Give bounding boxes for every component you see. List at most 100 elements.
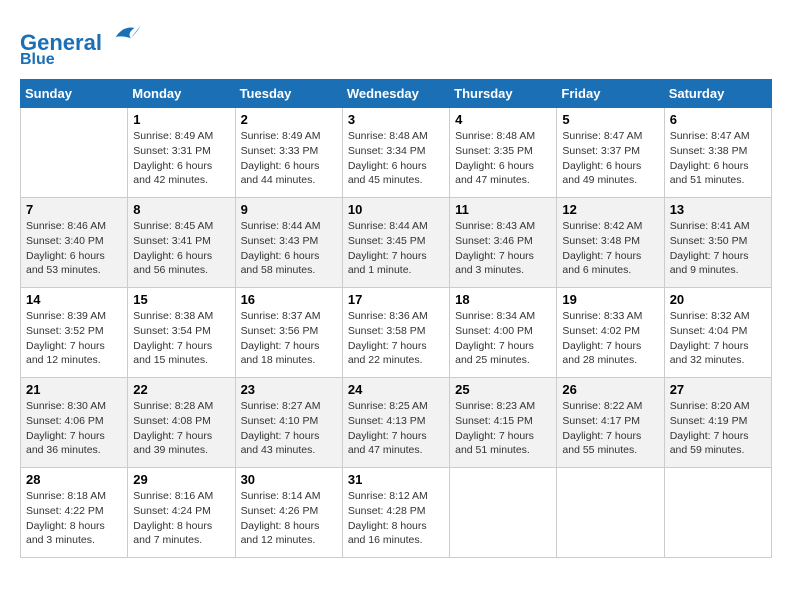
day-info: Sunrise: 8:36 AM Sunset: 3:58 PM Dayligh… (348, 309, 444, 368)
day-number: 25 (455, 382, 551, 397)
calendar-cell: 10 Sunrise: 8:44 AM Sunset: 3:45 PM Dayli… (342, 198, 449, 288)
calendar-cell: 16Sunrise: 8:37 AM Sunset: 3:56 PM Dayli… (235, 288, 342, 378)
day-number: 16 (241, 292, 337, 307)
day-info: Sunrise: 8:47 AM Sunset: 3:37 PM Dayligh… (562, 129, 658, 188)
day-number: 10 (348, 202, 444, 217)
calendar-cell: 8 Sunrise: 8:45 AM Sunset: 3:41 PM Daylig… (128, 198, 235, 288)
calendar-week-row: 14 Sunrise: 8:39 AM Sunset: 3:52 PM Dayli… (21, 288, 772, 378)
calendar-week-row: 28 Sunrise: 8:18 AM Sunset: 4:22 PM Dayli… (21, 468, 772, 558)
weekday-header: Sunday (21, 80, 128, 108)
calendar-cell (450, 468, 557, 558)
day-info: Sunrise: 8:34 AM Sunset: 4:00 PM Dayligh… (455, 309, 551, 368)
day-info: Sunrise: 8:41 AM Sunset: 3:50 PM Dayligh… (670, 219, 766, 278)
calendar-cell: 2Sunrise: 8:49 AM Sunset: 3:33 PM Daylig… (235, 108, 342, 198)
calendar-cell (664, 468, 771, 558)
calendar-cell: 21 Sunrise: 8:30 AM Sunset: 4:06 PM Dayli… (21, 378, 128, 468)
day-info: Sunrise: 8:47 AM Sunset: 3:38 PM Dayligh… (670, 129, 766, 188)
day-number: 13 (670, 202, 766, 217)
page-header: General Blue (20, 20, 772, 69)
calendar-cell: 18 Sunrise: 8:34 AM Sunset: 4:00 PM Dayli… (450, 288, 557, 378)
calendar-header-row: SundayMondayTuesdayWednesdayThursdayFrid… (21, 80, 772, 108)
calendar-cell: 15 Sunrise: 8:38 AM Sunset: 3:54 PM Dayli… (128, 288, 235, 378)
day-number: 21 (26, 382, 122, 397)
logo: General Blue (20, 20, 142, 69)
day-info: Sunrise: 8:44 AM Sunset: 3:43 PM Dayligh… (241, 219, 337, 278)
calendar-cell: 27Sunrise: 8:20 AM Sunset: 4:19 PM Dayli… (664, 378, 771, 468)
weekday-header: Tuesday (235, 80, 342, 108)
day-info: Sunrise: 8:38 AM Sunset: 3:54 PM Dayligh… (133, 309, 229, 368)
calendar-cell: 29 Sunrise: 8:16 AM Sunset: 4:24 PM Dayli… (128, 468, 235, 558)
calendar-cell: 11 Sunrise: 8:43 AM Sunset: 3:46 PM Dayli… (450, 198, 557, 288)
calendar-cell: 26Sunrise: 8:22 AM Sunset: 4:17 PM Dayli… (557, 378, 664, 468)
day-info: Sunrise: 8:45 AM Sunset: 3:41 PM Dayligh… (133, 219, 229, 278)
day-info: Sunrise: 8:16 AM Sunset: 4:24 PM Dayligh… (133, 489, 229, 548)
calendar-cell: 23 Sunrise: 8:27 AM Sunset: 4:10 PM Dayli… (235, 378, 342, 468)
day-number: 12 (562, 202, 658, 217)
weekday-header: Friday (557, 80, 664, 108)
day-number: 14 (26, 292, 122, 307)
calendar-cell: 13 Sunrise: 8:41 AM Sunset: 3:50 PM Dayli… (664, 198, 771, 288)
day-number: 19 (562, 292, 658, 307)
day-info: Sunrise: 8:30 AM Sunset: 4:06 PM Dayligh… (26, 399, 122, 458)
day-number: 7 (26, 202, 122, 217)
day-info: Sunrise: 8:33 AM Sunset: 4:02 PM Dayligh… (562, 309, 658, 368)
day-info: Sunrise: 8:39 AM Sunset: 3:52 PM Dayligh… (26, 309, 122, 368)
calendar-cell: 14 Sunrise: 8:39 AM Sunset: 3:52 PM Dayli… (21, 288, 128, 378)
calendar-cell: 4Sunrise: 8:48 AM Sunset: 3:35 PM Daylig… (450, 108, 557, 198)
calendar-cell (21, 108, 128, 198)
calendar-cell: 3 Sunrise: 8:48 AM Sunset: 3:34 PM Daylig… (342, 108, 449, 198)
day-info: Sunrise: 8:14 AM Sunset: 4:26 PM Dayligh… (241, 489, 337, 548)
day-number: 23 (241, 382, 337, 397)
calendar-cell: 24Sunrise: 8:25 AM Sunset: 4:13 PM Dayli… (342, 378, 449, 468)
day-info: Sunrise: 8:42 AM Sunset: 3:48 PM Dayligh… (562, 219, 658, 278)
day-number: 27 (670, 382, 766, 397)
day-info: Sunrise: 8:18 AM Sunset: 4:22 PM Dayligh… (26, 489, 122, 548)
day-info: Sunrise: 8:12 AM Sunset: 4:28 PM Dayligh… (348, 489, 444, 548)
day-number: 22 (133, 382, 229, 397)
day-info: Sunrise: 8:49 AM Sunset: 3:31 PM Dayligh… (133, 129, 229, 188)
calendar-week-row: 21 Sunrise: 8:30 AM Sunset: 4:06 PM Dayli… (21, 378, 772, 468)
day-number: 18 (455, 292, 551, 307)
day-info: Sunrise: 8:48 AM Sunset: 3:34 PM Dayligh… (348, 129, 444, 188)
day-number: 31 (348, 472, 444, 487)
logo-text: General (20, 20, 142, 55)
day-info: Sunrise: 8:23 AM Sunset: 4:15 PM Dayligh… (455, 399, 551, 458)
day-number: 3 (348, 112, 444, 127)
calendar-cell: 7 Sunrise: 8:46 AM Sunset: 3:40 PM Daylig… (21, 198, 128, 288)
day-number: 5 (562, 112, 658, 127)
calendar-cell: 25 Sunrise: 8:23 AM Sunset: 4:15 PM Dayli… (450, 378, 557, 468)
day-info: Sunrise: 8:27 AM Sunset: 4:10 PM Dayligh… (241, 399, 337, 458)
calendar-cell: 30 Sunrise: 8:14 AM Sunset: 4:26 PM Dayli… (235, 468, 342, 558)
day-number: 30 (241, 472, 337, 487)
calendar-cell: 28 Sunrise: 8:18 AM Sunset: 4:22 PM Dayli… (21, 468, 128, 558)
day-info: Sunrise: 8:48 AM Sunset: 3:35 PM Dayligh… (455, 129, 551, 188)
weekday-header: Wednesday (342, 80, 449, 108)
calendar-cell: 12 Sunrise: 8:42 AM Sunset: 3:48 PM Dayli… (557, 198, 664, 288)
calendar-cell: 19 Sunrise: 8:33 AM Sunset: 4:02 PM Dayli… (557, 288, 664, 378)
calendar-cell: 1Sunrise: 8:49 AM Sunset: 3:31 PM Daylig… (128, 108, 235, 198)
day-number: 2 (241, 112, 337, 127)
day-info: Sunrise: 8:25 AM Sunset: 4:13 PM Dayligh… (348, 399, 444, 458)
day-number: 11 (455, 202, 551, 217)
weekday-header: Monday (128, 80, 235, 108)
weekday-header: Saturday (664, 80, 771, 108)
day-number: 9 (241, 202, 337, 217)
calendar-cell: 31 Sunrise: 8:12 AM Sunset: 4:28 PM Dayli… (342, 468, 449, 558)
day-info: Sunrise: 8:46 AM Sunset: 3:40 PM Dayligh… (26, 219, 122, 278)
calendar-week-row: 1Sunrise: 8:49 AM Sunset: 3:31 PM Daylig… (21, 108, 772, 198)
calendar-cell (557, 468, 664, 558)
day-number: 15 (133, 292, 229, 307)
calendar-cell: 9 Sunrise: 8:44 AM Sunset: 3:43 PM Daylig… (235, 198, 342, 288)
calendar-cell: 6Sunrise: 8:47 AM Sunset: 3:38 PM Daylig… (664, 108, 771, 198)
day-number: 17 (348, 292, 444, 307)
day-number: 8 (133, 202, 229, 217)
calendar-table: SundayMondayTuesdayWednesdayThursdayFrid… (20, 79, 772, 558)
day-number: 28 (26, 472, 122, 487)
calendar-cell: 20Sunrise: 8:32 AM Sunset: 4:04 PM Dayli… (664, 288, 771, 378)
day-info: Sunrise: 8:43 AM Sunset: 3:46 PM Dayligh… (455, 219, 551, 278)
day-info: Sunrise: 8:22 AM Sunset: 4:17 PM Dayligh… (562, 399, 658, 458)
calendar-week-row: 7 Sunrise: 8:46 AM Sunset: 3:40 PM Daylig… (21, 198, 772, 288)
day-number: 29 (133, 472, 229, 487)
logo-bird-icon (112, 20, 142, 50)
day-info: Sunrise: 8:44 AM Sunset: 3:45 PM Dayligh… (348, 219, 444, 278)
